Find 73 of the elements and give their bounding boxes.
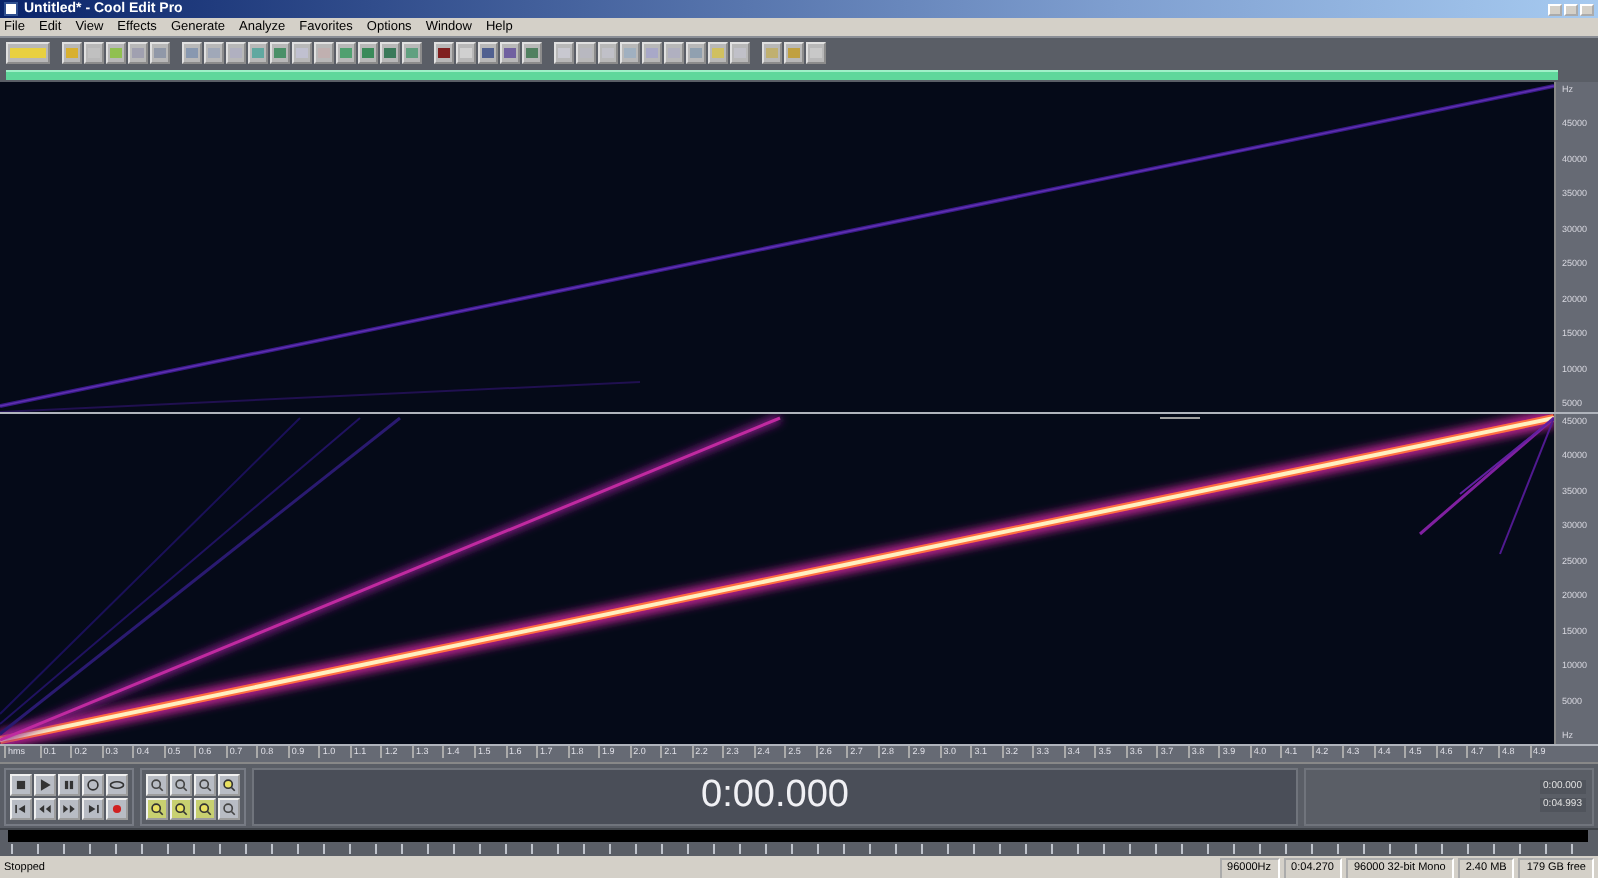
fast-forward-button[interactable] bbox=[58, 797, 80, 819]
toolbar-button[interactable] bbox=[686, 41, 706, 63]
toolbar-button[interactable] bbox=[380, 41, 400, 63]
toolbar-button[interactable] bbox=[598, 41, 618, 63]
toolbar-button[interactable] bbox=[664, 41, 684, 63]
toolbar-button[interactable] bbox=[6, 41, 50, 63]
toolbar-button[interactable] bbox=[620, 41, 640, 63]
toolbar-button[interactable] bbox=[522, 41, 542, 63]
toolbar-button[interactable] bbox=[182, 41, 202, 63]
go-to-end-button[interactable] bbox=[82, 797, 104, 819]
zoom-full-button[interactable] bbox=[218, 773, 240, 795]
loop-button[interactable] bbox=[106, 773, 128, 795]
pause-button[interactable] bbox=[58, 773, 80, 795]
toolbar-button[interactable] bbox=[292, 41, 312, 63]
stop-icon bbox=[12, 775, 30, 793]
play-icon bbox=[36, 775, 54, 793]
zoom-button[interactable] bbox=[146, 797, 168, 819]
toolbar-button[interactable] bbox=[784, 41, 804, 63]
toolbar-button[interactable] bbox=[434, 41, 454, 63]
toolbar-button[interactable] bbox=[806, 41, 826, 63]
toolbar-button[interactable] bbox=[576, 41, 596, 63]
toolbar-button[interactable] bbox=[762, 41, 782, 63]
zoom-button[interactable] bbox=[170, 797, 192, 819]
zoom-in-button[interactable] bbox=[146, 773, 168, 795]
fast-forward-icon bbox=[60, 799, 78, 817]
loop-icon bbox=[108, 775, 126, 793]
toolbar-button[interactable] bbox=[150, 41, 170, 63]
toolbar-button[interactable] bbox=[456, 41, 476, 63]
toolbar-button[interactable] bbox=[106, 41, 126, 63]
zoom-icon bbox=[148, 775, 166, 793]
skip-back-icon bbox=[12, 799, 30, 817]
toolbar-button[interactable] bbox=[226, 41, 246, 63]
go-to-start-button[interactable] bbox=[10, 797, 32, 819]
zoom-icon bbox=[172, 799, 190, 817]
toolbar-button[interactable] bbox=[478, 41, 498, 63]
play-looped-button[interactable] bbox=[82, 773, 104, 795]
toolbar-button[interactable] bbox=[730, 41, 750, 63]
skip-forward-icon bbox=[84, 799, 102, 817]
play-button[interactable] bbox=[34, 773, 56, 795]
zoom-icon bbox=[220, 799, 238, 817]
zoom-icon bbox=[148, 799, 166, 817]
time-display: 0:00.000 bbox=[252, 767, 1298, 825]
pause-icon bbox=[60, 775, 78, 793]
zoom-button[interactable] bbox=[194, 797, 216, 819]
zoom-button[interactable] bbox=[194, 773, 216, 795]
toolbar-button[interactable] bbox=[84, 41, 104, 63]
toolbar-button[interactable] bbox=[128, 41, 148, 63]
toolbar-button[interactable] bbox=[554, 41, 574, 63]
toolbar-button[interactable] bbox=[314, 41, 334, 63]
toolbar-button[interactable] bbox=[642, 41, 662, 63]
zoom-icon bbox=[196, 799, 214, 817]
toolbar-button[interactable] bbox=[358, 41, 378, 63]
zoom-icon bbox=[172, 775, 190, 793]
zoom-button[interactable] bbox=[170, 773, 192, 795]
toolbar-button[interactable] bbox=[500, 41, 520, 63]
zoom-icon bbox=[196, 775, 214, 793]
zoom-icon bbox=[220, 775, 238, 793]
toolbar-button[interactable] bbox=[248, 41, 268, 63]
toolbar-button[interactable] bbox=[270, 41, 290, 63]
app-icon bbox=[4, 2, 18, 16]
toolbar-button[interactable] bbox=[336, 41, 356, 63]
record-icon bbox=[108, 799, 126, 817]
toolbar-button[interactable] bbox=[402, 41, 422, 63]
record-button[interactable] bbox=[106, 797, 128, 819]
circle-icon bbox=[84, 775, 102, 793]
zoom-button[interactable] bbox=[218, 797, 240, 819]
toolbar-button[interactable] bbox=[62, 41, 82, 63]
rewind-icon bbox=[36, 799, 54, 817]
toolbar-button[interactable] bbox=[708, 41, 728, 63]
overview-bar[interactable] bbox=[6, 69, 1558, 79]
toolbar-button[interactable] bbox=[204, 41, 224, 63]
stop-button[interactable] bbox=[10, 773, 32, 795]
rewind-button[interactable] bbox=[34, 797, 56, 819]
